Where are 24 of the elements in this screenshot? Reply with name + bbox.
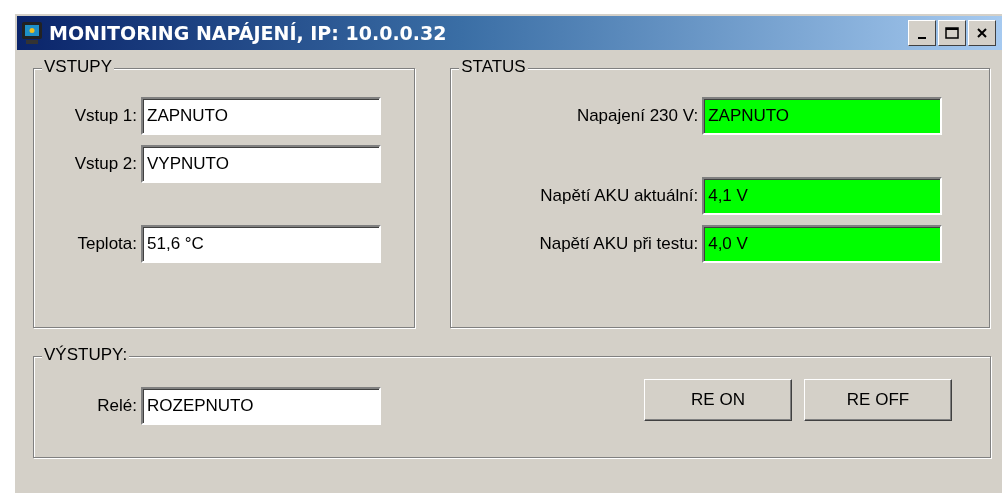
value-field[interactable]: ROZEPNUTO xyxy=(141,387,381,425)
maximize-button[interactable] xyxy=(938,20,966,46)
minimize-button[interactable] xyxy=(908,20,936,46)
window-title: MONITORING NAPÁJENÍ, IP: 10.0.0.32 xyxy=(49,22,448,44)
field-label: Relé: xyxy=(97,396,137,416)
close-icon xyxy=(976,27,988,39)
value-field[interactable]: ZAPNUTO xyxy=(702,97,943,135)
field-label: Vstup 1: xyxy=(74,106,137,126)
value-field[interactable]: ZAPNUTO xyxy=(141,97,381,135)
minimize-icon xyxy=(918,37,926,39)
relay-button[interactable]: RE ON xyxy=(644,379,792,421)
value-field[interactable]: 4,0 V xyxy=(702,225,943,263)
field-label: Teplota: xyxy=(77,234,137,254)
field-label: Napětí AKU při testu: xyxy=(539,234,699,254)
close-button[interactable] xyxy=(968,20,996,46)
field-label: Vstup 2: xyxy=(74,154,137,174)
field-label: Napajení 230 V: xyxy=(576,106,699,126)
value-field[interactable]: 4,1 V xyxy=(702,177,943,215)
relay-button[interactable]: RE OFF xyxy=(804,379,952,421)
monitor-icon xyxy=(21,21,43,45)
value-field[interactable]: VYPNUTO xyxy=(141,145,381,183)
maximize-icon xyxy=(945,27,959,39)
field-label: Napětí AKU aktuální: xyxy=(540,186,699,206)
value-field[interactable]: 51,6 °C xyxy=(141,225,381,263)
